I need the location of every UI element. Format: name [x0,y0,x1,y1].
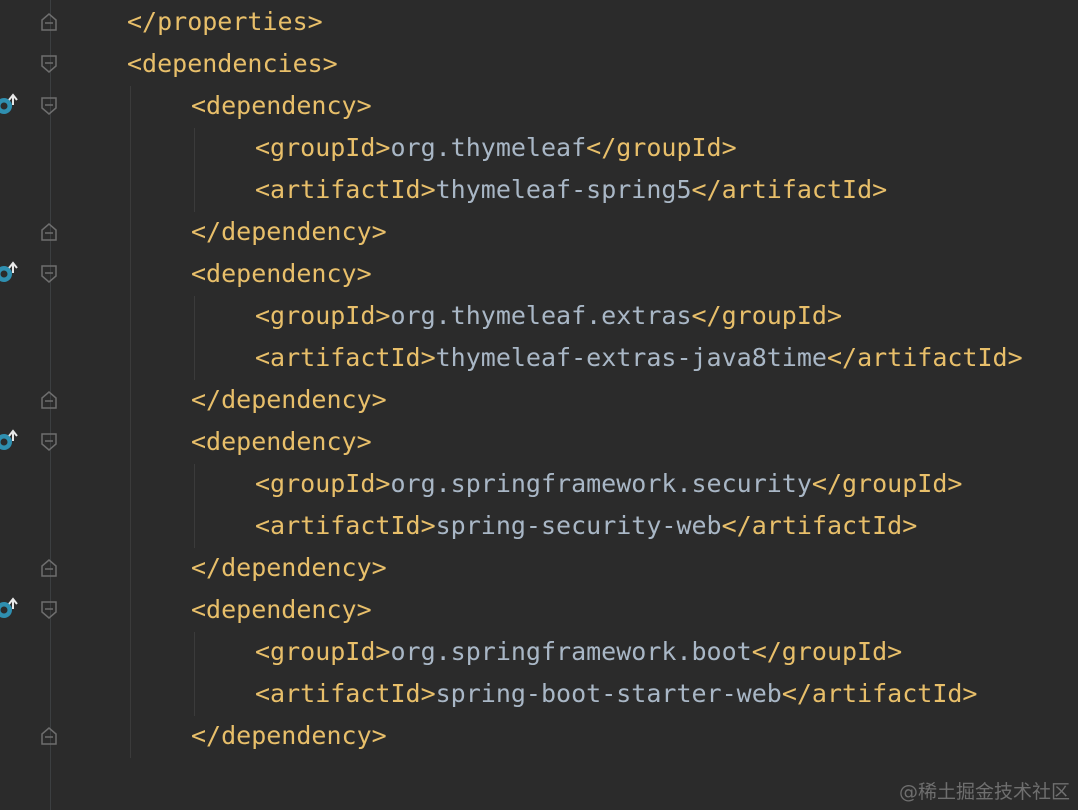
code-line[interactable]: <artifactId>thymeleaf-extras-java8time</… [255,337,1023,379]
xml-tag: <artifactId> [255,343,436,372]
fold-start-icon[interactable] [40,54,58,74]
xml-tag: </dependency> [191,385,387,414]
indent-guide [194,128,195,212]
code-line[interactable]: <groupId>org.thymeleaf.extras</groupId> [255,295,842,337]
maven-dependency-icon[interactable] [0,596,20,620]
xml-tag: </artifactId> [691,175,888,204]
xml-tag: </properties> [127,7,323,36]
fold-end-icon[interactable] [40,558,58,578]
indent-guide [194,296,195,380]
xml-tag: </groupId> [751,637,903,666]
xml-tag: </artifactId> [826,343,1023,372]
xml-text: org.springframework.boot [390,637,752,666]
code-line[interactable]: <artifactId>thymeleaf-spring5</artifactI… [255,169,887,211]
xml-tag: <groupId> [255,133,391,162]
maven-dependency-icon[interactable] [0,92,20,116]
maven-dependency-icon[interactable] [0,260,20,284]
xml-tag: <groupId> [255,637,391,666]
code-line[interactable]: <groupId>org.springframework.boot</group… [255,631,902,673]
code-line[interactable]: <dependency> [191,85,372,127]
fold-start-icon[interactable] [40,264,58,284]
xml-tag: </dependency> [191,553,387,582]
xml-tag: </artifactId> [721,511,918,540]
xml-text: thymeleaf-spring5 [435,175,692,204]
fold-start-icon[interactable] [40,432,58,452]
fold-start-icon[interactable] [40,96,58,116]
code-line[interactable]: <artifactId>spring-boot-starter-web</art… [255,673,977,715]
xml-text: spring-boot-starter-web [435,679,782,708]
code-line[interactable]: </properties> [127,1,323,43]
xml-tag: <groupId> [255,469,391,498]
code-line[interactable]: <dependency> [191,589,372,631]
xml-tag: <artifactId> [255,511,436,540]
code-line[interactable]: <artifactId>spring-security-web</artifac… [255,505,917,547]
xml-tag: <artifactId> [255,175,436,204]
fold-end-icon[interactable] [40,726,58,746]
fold-end-icon[interactable] [40,222,58,242]
xml-text: org.thymeleaf [390,133,587,162]
xml-text: thymeleaf-extras-java8time [435,343,827,372]
indent-guide [194,632,195,716]
xml-tag: </groupId> [691,301,843,330]
code-line[interactable]: <groupId>org.springframework.security</g… [255,463,962,505]
fold-end-icon[interactable] [40,390,58,410]
fold-end-icon[interactable] [40,12,58,32]
code-line[interactable]: </dependency> [191,715,387,757]
xml-tag: <dependencies> [127,49,338,78]
indent-guide [194,464,195,548]
code-line[interactable]: </dependency> [191,379,387,421]
watermark: @稀土掘金技术社区 [898,781,1070,803]
code-line[interactable]: </dependency> [191,547,387,589]
xml-text: spring-security-web [435,511,722,540]
code-line[interactable]: <dependencies> [127,43,338,85]
xml-tag: <groupId> [255,301,391,330]
code-line[interactable]: <dependency> [191,253,372,295]
xml-text: org.springframework.security [390,469,812,498]
code-line[interactable]: </dependency> [191,211,387,253]
xml-tag: </dependency> [191,217,387,246]
xml-tag: <dependency> [191,595,372,624]
fold-start-icon[interactable] [40,600,58,620]
xml-tag: </artifactId> [781,679,978,708]
xml-tag: <dependency> [191,91,372,120]
maven-dependency-icon[interactable] [0,428,20,452]
xml-text: org.thymeleaf.extras [390,301,692,330]
code-line[interactable]: <dependency> [191,421,372,463]
xml-tag: <dependency> [191,259,372,288]
xml-tag: </groupId> [586,133,737,162]
indent-guide [130,86,131,758]
code-line[interactable]: <groupId>org.thymeleaf</groupId> [255,127,737,169]
xml-tag: <dependency> [191,427,372,456]
code-editor[interactable]: </properties> <dependencies> <dependency… [0,0,1078,810]
xml-tag: </dependency> [191,721,387,750]
xml-tag: </groupId> [811,469,963,498]
xml-tag: <artifactId> [255,679,436,708]
